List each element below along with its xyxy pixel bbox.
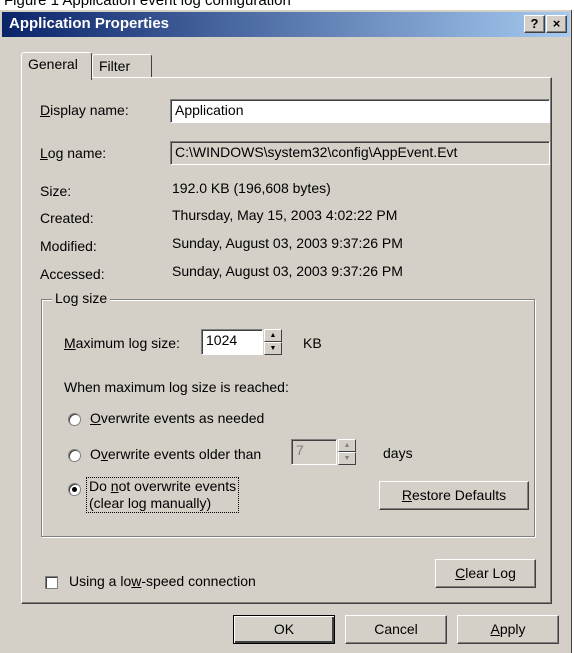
display-name-input[interactable]: Application xyxy=(170,99,550,123)
accessed-value: Sunday, August 03, 2003 9:37:26 PM xyxy=(172,263,403,279)
do-not-overwrite-label[interactable]: Do not overwrite events (clear log manual… xyxy=(86,477,240,513)
tab-general[interactable]: General xyxy=(21,52,92,80)
tab-filter[interactable]: Filter xyxy=(92,54,152,78)
created-value: Thursday, May 15, 2003 4:02:22 PM xyxy=(172,207,398,223)
cancel-button[interactable]: Cancel xyxy=(345,615,447,644)
low-speed-checkbox[interactable] xyxy=(45,576,58,589)
do-not-overwrite-radio[interactable] xyxy=(68,483,81,496)
overwrite-as-needed-label[interactable]: Overwrite events as needed xyxy=(90,410,264,426)
overwrite-as-needed-radio[interactable] xyxy=(68,413,81,426)
size-label: Size: xyxy=(40,183,72,199)
figure-caption: Figure 1 Application event log configura… xyxy=(4,0,291,9)
apply-button[interactable]: Apply xyxy=(457,615,559,644)
help-button[interactable]: ? xyxy=(524,15,545,33)
modified-label: Modified: xyxy=(40,238,97,254)
created-label: Created: xyxy=(40,210,94,226)
log-name-field: C:\WINDOWS\system32\config\AppEvent.Evt xyxy=(170,141,550,165)
accessed-label: Accessed: xyxy=(40,266,105,282)
overwrite-older-radio[interactable] xyxy=(68,449,81,462)
days-unit: days xyxy=(383,445,413,461)
tab-filter-label: Filter xyxy=(99,58,131,74)
window-title: Application Properties xyxy=(9,15,170,32)
restore-defaults-button[interactable]: Restore Defaults xyxy=(379,481,529,510)
modified-value: Sunday, August 03, 2003 9:37:26 PM xyxy=(172,235,403,251)
title-bar: Application Properties ? × xyxy=(2,12,570,37)
log-name-label: Log name: xyxy=(40,145,107,161)
log-size-group: Log size Maximum log size: 1024 ▲ ▼ KB W… xyxy=(41,290,535,537)
general-panel: Display name: Application Log name: C:\W… xyxy=(21,77,552,604)
clear-log-button[interactable]: Clear Log xyxy=(435,559,536,588)
tab-general-label: General xyxy=(28,56,78,72)
max-log-size-label: Maximum log size: xyxy=(64,335,180,351)
spin-down-icon[interactable]: ▼ xyxy=(264,342,282,355)
days-input: 7 xyxy=(291,439,337,465)
days-spin-up-icon: ▲ xyxy=(338,439,356,452)
log-size-legend: Log size xyxy=(52,290,111,306)
properties-dialog: Application Properties ? × General Filte… xyxy=(0,10,572,653)
close-button[interactable]: × xyxy=(546,15,567,33)
max-log-size-input[interactable]: 1024 xyxy=(201,329,263,355)
when-max-text: When maximum log size is reached: xyxy=(64,379,289,395)
size-value: 192.0 KB (196,608 bytes) xyxy=(172,180,331,196)
max-log-size-unit: KB xyxy=(303,335,322,351)
overwrite-older-label[interactable]: Overwrite events older than xyxy=(90,446,261,462)
low-speed-label[interactable]: Using a low-speed connection xyxy=(69,573,256,589)
ok-button[interactable]: OK xyxy=(233,615,335,644)
max-log-size-spinner: 1024 ▲ ▼ xyxy=(201,329,285,355)
display-name-label: Display name: xyxy=(40,102,129,118)
spin-up-icon[interactable]: ▲ xyxy=(264,329,282,342)
days-spin-down-icon: ▼ xyxy=(338,452,356,465)
days-spinner: 7 ▲ ▼ xyxy=(291,439,359,465)
